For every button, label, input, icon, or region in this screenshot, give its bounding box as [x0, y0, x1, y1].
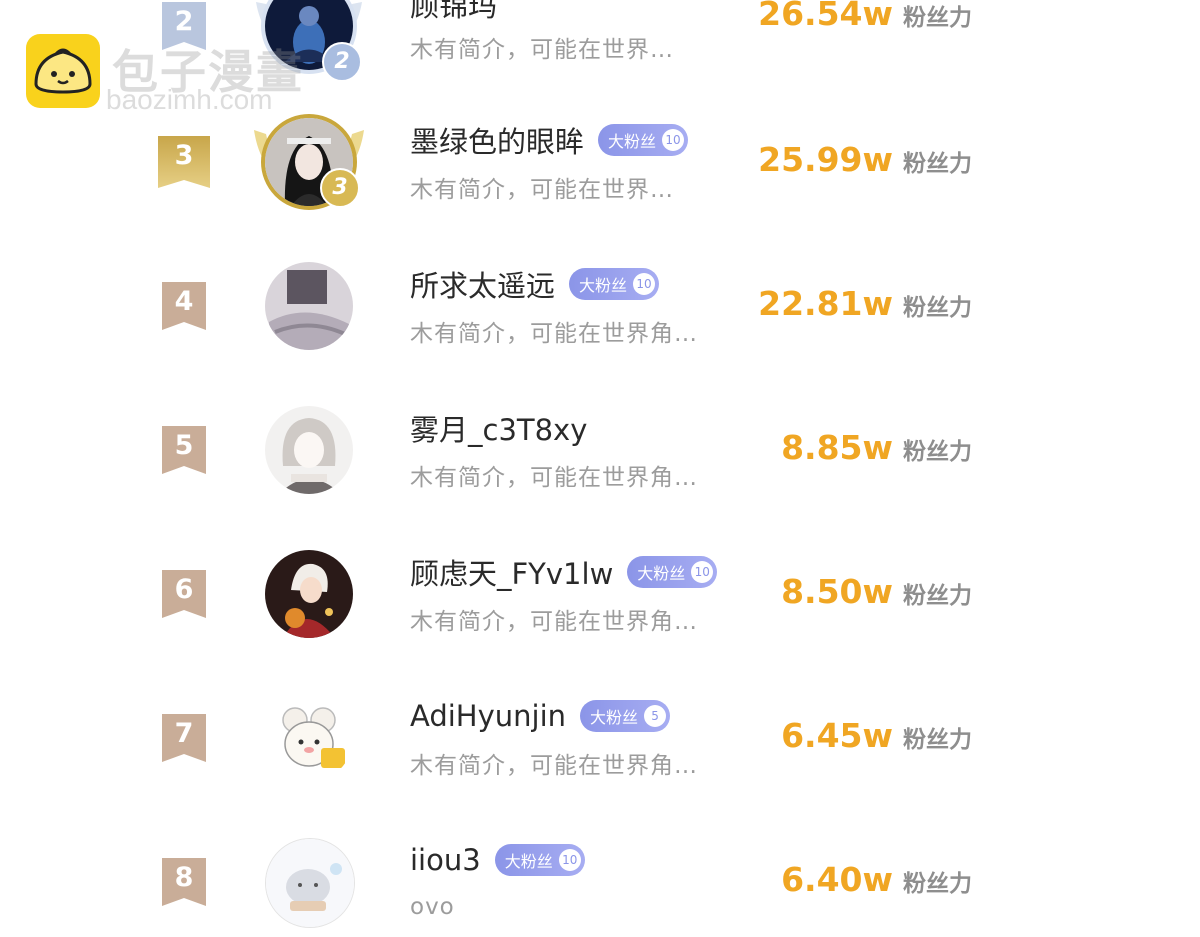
rank-number: 4	[174, 286, 194, 317]
fan-power-label: 粉丝力	[903, 295, 972, 321]
fan-power-score: 6.45w	[781, 716, 893, 755]
badge-level: 10	[662, 129, 685, 151]
fan-power-score: 8.50w	[781, 572, 893, 611]
rank-badge: 7	[162, 714, 206, 762]
watermark-url: baozimh.com	[106, 84, 273, 115]
score-line: 22.81w 粉丝力	[758, 284, 972, 328]
name-line: iiou3 大粉丝 10	[410, 840, 585, 880]
score-line: 8.85w 粉丝力	[781, 428, 972, 472]
user-description: 木有简介，可能在世界角…	[410, 753, 698, 779]
fan-power-label: 粉丝力	[903, 583, 972, 609]
badge-level: 10	[691, 561, 714, 583]
avatar-image	[265, 262, 353, 350]
ranking-row[interactable]: 4 所求太遥远 大粉丝 10 木有简介，可能在世界角… 22.81w 粉丝力	[0, 254, 1200, 398]
name-line: AdiHyunjin 大粉丝 5	[410, 696, 671, 736]
user-description: 木有简介，可能在世界角…	[410, 609, 698, 635]
score-line: 6.45w 粉丝力	[781, 716, 972, 760]
avatar-image	[266, 839, 354, 927]
avatar-image	[265, 406, 353, 494]
user-name[interactable]: 墨绿色的眼眸	[410, 119, 584, 161]
fan-power-label: 粉丝力	[903, 727, 972, 753]
rank-number: 6	[174, 574, 194, 605]
score-line: 8.50w 粉丝力	[781, 572, 972, 616]
badge-level: 5	[644, 705, 667, 727]
user-description: ovo	[410, 894, 455, 920]
fan-ranking-page: 包子漫畫 baozimh.com 2 2 顾锦玛 木有简介，可能在世界… 26.…	[0, 0, 1200, 937]
badge-label: 大粉丝	[504, 852, 553, 871]
name-line: 雾月_c3T8xy	[410, 408, 587, 448]
avatar	[265, 694, 353, 782]
rank-number: 5	[174, 430, 194, 461]
rank-number: 8	[174, 862, 194, 893]
avatar	[265, 550, 353, 638]
user-description: 木有简介，可能在世界…	[410, 37, 674, 63]
baozi-watermark: 包子漫畫 baozimh.com	[26, 34, 326, 115]
ranking-row[interactable]: 8 iiou3 大粉丝 10 ovo 6.40w 粉丝力	[0, 830, 1200, 937]
baozi-logo-icon	[26, 34, 100, 108]
user-name[interactable]: 顾虑天_FYv1lw	[410, 551, 613, 593]
big-fan-badge: 大粉丝 10	[569, 268, 660, 300]
user-name[interactable]: 所求太遥远	[410, 263, 555, 305]
fan-power-label: 粉丝力	[903, 5, 972, 31]
badge-label: 大粉丝	[608, 132, 657, 151]
user-name[interactable]: AdiHyunjin	[410, 699, 566, 733]
score-line: 25.99w 粉丝力	[758, 140, 972, 184]
score-line: 6.40w 粉丝力	[781, 860, 972, 904]
big-fan-badge: 大粉丝 10	[494, 844, 585, 876]
fan-power-score: 6.40w	[781, 860, 893, 899]
user-name[interactable]: iiou3	[410, 843, 481, 877]
rank-badge: 3	[158, 136, 210, 188]
user-name[interactable]: 雾月_c3T8xy	[410, 407, 587, 449]
avatar-container[interactable]	[252, 398, 366, 502]
badge-label: 大粉丝	[579, 276, 628, 295]
badge-label: 大粉丝	[590, 708, 639, 727]
user-name[interactable]: 顾锦玛	[410, 0, 497, 25]
name-line: 顾虑天_FYv1lw 大粉丝 10	[410, 551, 718, 593]
avatar-rank-marker: 3	[320, 168, 360, 208]
fan-power-label: 粉丝力	[903, 151, 972, 177]
fan-power-label: 粉丝力	[903, 439, 972, 465]
score-line: 26.54w 粉丝力	[758, 0, 972, 38]
rank-number: 2	[174, 6, 194, 37]
ranking-row[interactable]: 6 顾虑天_FYv1lw 大粉丝 10 木有简介，可能在世界角… 8.50w 粉…	[0, 542, 1200, 686]
ranking-row[interactable]: 7 AdiHyunjin 大粉丝 5 木有简介，可能在世界角… 6.45w 粉丝…	[0, 686, 1200, 830]
avatar-container[interactable]: 3	[252, 110, 366, 214]
user-description: 木有简介，可能在世界角…	[410, 321, 698, 347]
badge-level: 10	[633, 273, 656, 295]
badge-level: 10	[558, 849, 581, 871]
avatar-container[interactable]	[252, 254, 366, 358]
ranking-row[interactable]: 5 雾月_c3T8xy 木有简介，可能在世界角… 8.85w 粉丝力	[0, 398, 1200, 542]
ranking-row[interactable]: 3 3 墨绿色的眼眸 大粉丝 10 木有简介，可能在世界… 25.99w 粉丝力	[0, 110, 1200, 254]
fan-power-label: 粉丝力	[903, 871, 972, 897]
name-line: 墨绿色的眼眸 大粉丝 10	[410, 119, 689, 161]
user-description: 木有简介，可能在世界…	[410, 177, 674, 203]
fan-power-score: 8.85w	[781, 428, 893, 467]
avatar	[265, 406, 353, 494]
big-fan-badge: 大粉丝 5	[580, 700, 671, 732]
badge-label: 大粉丝	[637, 564, 686, 583]
avatar-container[interactable]	[252, 542, 366, 646]
fan-power-score: 26.54w	[758, 0, 893, 33]
rank-badge: 4	[162, 282, 206, 330]
name-line: 所求太遥远 大粉丝 10	[410, 263, 660, 305]
avatar-rank-marker: 2	[322, 42, 362, 82]
avatar-image	[265, 694, 353, 782]
big-fan-badge: 大粉丝 10	[598, 124, 689, 156]
user-description: 木有简介，可能在世界角…	[410, 465, 698, 491]
avatar-container[interactable]	[252, 686, 366, 790]
avatar-container[interactable]	[252, 830, 366, 934]
avatar	[265, 838, 355, 928]
avatar-image	[265, 550, 353, 638]
rank-number: 7	[174, 718, 194, 749]
rank-number: 3	[174, 140, 194, 171]
fan-power-score: 22.81w	[758, 284, 893, 323]
rank-badge: 6	[162, 570, 206, 618]
rank-badge: 5	[162, 426, 206, 474]
avatar	[265, 262, 353, 350]
rank-badge: 8	[162, 858, 206, 906]
name-line: 顾锦玛	[410, 0, 497, 24]
fan-power-score: 25.99w	[758, 140, 893, 179]
big-fan-badge: 大粉丝 10	[627, 556, 718, 588]
